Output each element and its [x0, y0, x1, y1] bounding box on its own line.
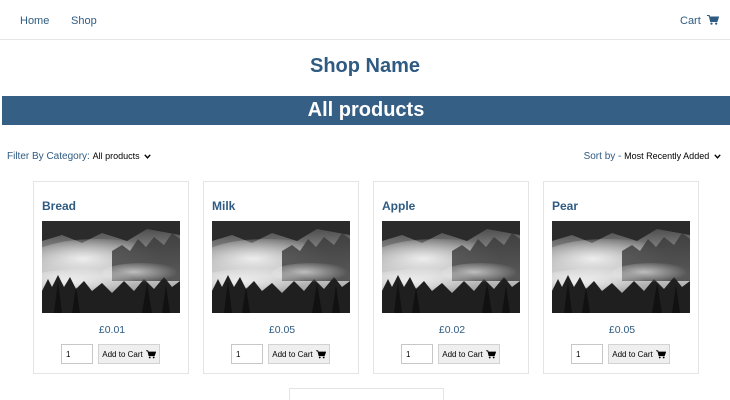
product-name[interactable]: Milk — [212, 199, 235, 213]
sort-label: Sort by - — [583, 151, 622, 162]
quantity-input[interactable] — [231, 344, 263, 364]
product-price: £0.05 — [608, 324, 636, 336]
nav-shop-link[interactable]: Shop — [71, 15, 97, 27]
page-title: All products — [307, 99, 425, 121]
product-card: Milk £0.05 Add to Cart — [203, 181, 359, 374]
product-name[interactable]: Apple — [382, 199, 415, 213]
product-name[interactable]: Bread — [42, 199, 76, 213]
product-image[interactable] — [212, 221, 350, 313]
shopping-cart-icon — [655, 349, 666, 358]
product-image[interactable] — [42, 221, 180, 313]
product-card: Pear £0.05 Add to Cart — [543, 181, 699, 374]
product-card: Apple £0.02 Add to Cart — [373, 181, 529, 374]
quantity-input[interactable] — [401, 344, 433, 364]
category-filter-value[interactable]: All products — [93, 151, 140, 161]
product-price: £0.02 — [438, 324, 466, 336]
add-to-cart-label: Add to Cart — [612, 349, 653, 359]
quantity-input[interactable] — [61, 344, 93, 364]
nav-cart-label: Cart — [680, 15, 701, 27]
add-to-cart-button[interactable]: Add to Cart — [608, 344, 670, 364]
product-price: £0.01 — [98, 324, 126, 336]
add-to-cart-button[interactable]: Add to Cart — [98, 344, 160, 364]
add-to-cart-label: Add to Cart — [442, 349, 483, 359]
category-filter-label: Filter By Category: — [7, 151, 90, 162]
add-to-cart-label: Add to Cart — [272, 349, 313, 359]
product-image[interactable] — [382, 221, 520, 313]
page-banner: All products — [2, 96, 730, 125]
nav-cart-link[interactable]: Cart — [680, 15, 719, 27]
top-navigation: Home Shop Cart — [0, 0, 730, 40]
add-to-cart-label: Add to Cart — [102, 349, 143, 359]
sort-control[interactable]: Sort by - Most Recently Added — [584, 151, 721, 162]
shopping-cart-icon — [145, 349, 156, 358]
shop-name-heading: Shop Name — [309, 55, 421, 77]
category-filter[interactable]: Filter By Category: All products — [7, 151, 152, 162]
product-price: £0.05 — [268, 324, 296, 336]
sort-value[interactable]: Most Recently Added — [624, 151, 709, 161]
shopping-cart-icon — [315, 349, 326, 358]
shopping-cart-icon — [485, 349, 496, 358]
add-to-cart-button[interactable]: Add to Cart — [438, 344, 500, 364]
quantity-input[interactable] — [571, 344, 603, 364]
product-card-partial — [289, 388, 444, 400]
chevron-down-icon[interactable] — [144, 154, 152, 159]
nav-home-link[interactable]: Home — [20, 15, 49, 27]
shopping-cart-icon — [706, 15, 719, 25]
product-name[interactable]: Pear — [552, 199, 578, 213]
product-image[interactable] — [552, 221, 690, 313]
chevron-down-icon[interactable] — [714, 154, 721, 159]
add-to-cart-button[interactable]: Add to Cart — [268, 344, 330, 364]
product-card: Bread £0.01 Add to Cart — [33, 181, 189, 374]
